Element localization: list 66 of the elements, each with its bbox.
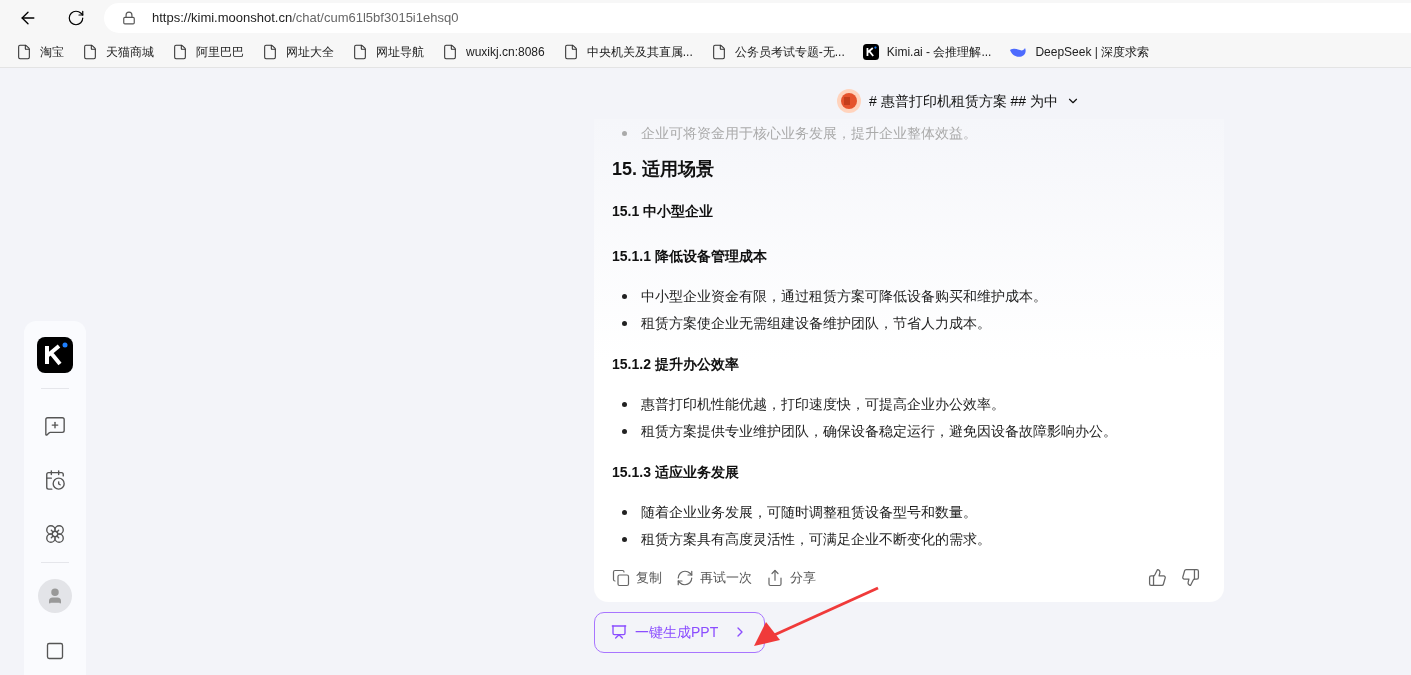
list-item: 租赁方案使企业无需组建设备维护团队，节省人力成本。	[641, 314, 991, 333]
like-button[interactable]	[1148, 568, 1167, 588]
subsection-heading: 15.1 中小型企业	[612, 202, 715, 221]
chat-plus-icon	[44, 415, 66, 437]
subsection-heading: 15.1.2 提升办公效率	[612, 355, 740, 374]
bookmark[interactable]: DeepSeek | 深度求索	[1009, 42, 1150, 61]
list-item: 租赁方案具有高度灵活性，可满足企业不断变化的需求。	[641, 530, 991, 549]
dislike-button[interactable]	[1181, 568, 1200, 588]
subsection-heading: 15.1.1 降低设备管理成本	[612, 247, 768, 266]
refresh-icon	[676, 568, 694, 587]
bookmark[interactable]: 公务员考试专题-无...	[710, 42, 845, 61]
new-chat-button[interactable]	[44, 414, 66, 438]
history-icon	[44, 469, 66, 491]
flower-icon	[44, 523, 66, 545]
reload-icon	[67, 9, 85, 27]
bookmark[interactable]: 网址大全	[262, 42, 334, 61]
bullet-icon	[622, 320, 627, 326]
list-item: 惠普打印机性能优越，打印速度快，可提高企业办公效率。	[641, 395, 1005, 414]
page-icon	[352, 43, 368, 60]
explore-button[interactable]	[44, 522, 66, 546]
user-icon	[46, 587, 64, 605]
action-button[interactable]: 分享	[766, 568, 816, 588]
bullet-icon	[622, 428, 627, 434]
bullet-icon	[622, 401, 627, 407]
list-item: 租赁方案提供专业维护团队，确保设备稳定运行，避免因设备故障影响办公。	[641, 422, 1117, 441]
k-logo-icon	[862, 43, 879, 60]
square-icon	[45, 641, 65, 661]
bookmark[interactable]: 网址导航	[352, 42, 424, 61]
thumbs-down-icon	[1181, 568, 1200, 588]
share-icon	[766, 568, 784, 587]
list-item: 随着企业业务发展，可随时调整租赁设备型号和数量。	[641, 503, 977, 522]
page-icon	[82, 43, 98, 60]
bookmark[interactable]: Kimi.ai - 会推理解...	[862, 42, 992, 61]
section-heading: 15. 适用场景	[612, 158, 716, 181]
page-icon	[710, 43, 727, 60]
action-button[interactable]: 复制	[612, 568, 662, 588]
presentation-icon	[611, 624, 627, 640]
avatar[interactable]	[38, 579, 72, 613]
sidebar-toggle-button[interactable]	[45, 641, 65, 661]
bookmark[interactable]: wuxikj.cn:8086	[442, 42, 545, 61]
bullet-icon	[622, 130, 627, 136]
history-button[interactable]	[44, 468, 66, 492]
action-button[interactable]: 再试一次	[676, 568, 752, 588]
copy-icon	[612, 568, 630, 587]
bookmark[interactable]: 中央机关及其直属...	[562, 42, 693, 61]
bullet-icon	[622, 293, 627, 299]
page-icon	[172, 43, 188, 60]
page-icon	[442, 43, 458, 60]
bookmark[interactable]: 天猫商城	[82, 42, 154, 61]
thumbs-up-icon	[1148, 568, 1167, 588]
bookmark[interactable]: 淘宝	[16, 42, 64, 61]
chat-title-button[interactable]: # 惠普打印机租赁方案 ## 为中	[837, 89, 1081, 113]
page-icon	[562, 43, 579, 60]
page-icon	[16, 43, 32, 60]
bookmark[interactable]: 阿里巴巴	[172, 42, 244, 61]
page-icon	[262, 43, 278, 60]
lock-icon	[122, 11, 136, 25]
list-item: 中小型企业资金有限，通过租赁方案可降低设备购买和维护成本。	[641, 287, 1047, 306]
subsection-heading: 15.1.3 适应业务发展	[612, 463, 740, 482]
list-item: 企业可将资金用于核心业务发展，提升企业整体效益。	[641, 124, 977, 143]
k-logo-icon	[37, 337, 73, 373]
bullet-icon	[622, 536, 627, 542]
address-bar[interactable]: https://kimi.moonshot.cn/chat/cum61l5bf3015i1ehsq0	[104, 3, 1411, 33]
url-text: https://kimi.moonshot.cn/chat/cum61l5bf3015i1ehsq0	[152, 9, 459, 28]
bullet-icon	[622, 509, 627, 515]
powerpoint-icon	[837, 89, 861, 113]
